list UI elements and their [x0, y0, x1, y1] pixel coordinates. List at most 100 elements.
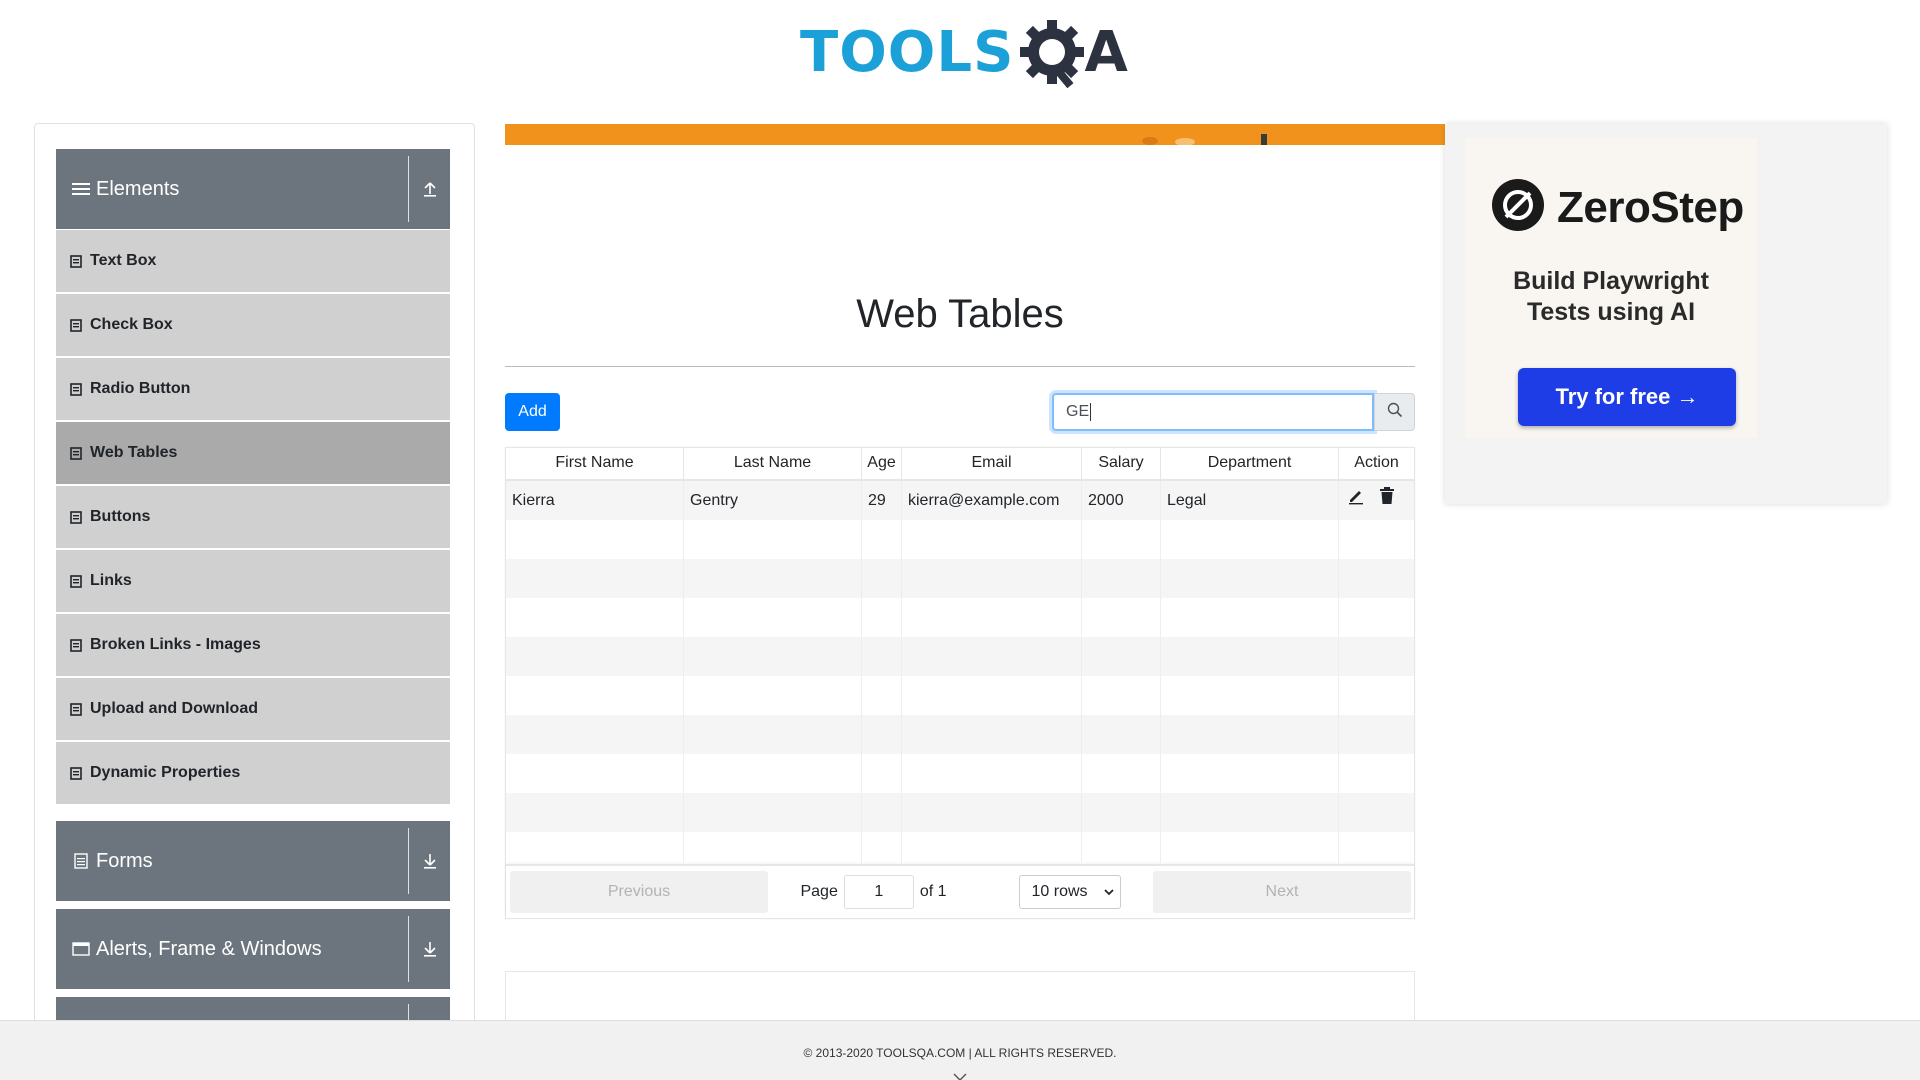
- group-title: Alerts, Frame & Windows: [96, 937, 322, 960]
- site-header: TOOLS A: [0, 0, 1920, 110]
- table-row-empty: [506, 715, 1414, 754]
- menu-label: Check Box: [90, 316, 173, 333]
- table-row-empty: [506, 754, 1414, 793]
- menu-label: Links: [90, 572, 132, 589]
- sidebar-item-broken-links[interactable]: Broken Links - Images: [56, 614, 450, 676]
- table-row-empty: [506, 676, 1414, 715]
- page-indicator: Page 1 of 1 10 rows: [768, 875, 1153, 909]
- column-header-salary[interactable]: Salary: [1082, 448, 1161, 479]
- cell-salary: 2000: [1082, 481, 1161, 520]
- list-item-icon: [70, 254, 82, 268]
- sidebar-item-text-box[interactable]: Text Box: [56, 230, 450, 292]
- chevron-down-icon: [1103, 883, 1114, 901]
- site-footer: © 2013-2020 TOOLSQA.COM | ALL RIGHTS RES…: [0, 1020, 1920, 1080]
- try-for-free-button[interactable]: Try for free →: [1518, 368, 1736, 426]
- column-header-age[interactable]: Age: [862, 448, 902, 479]
- sidebar-item-buttons[interactable]: Buttons: [56, 486, 450, 548]
- menu-label: Upload and Download: [90, 700, 258, 717]
- page-number-input[interactable]: 1: [843, 875, 914, 909]
- rows-per-page-select[interactable]: 10 rows: [1018, 875, 1121, 909]
- edit-icon[interactable]: [1347, 481, 1365, 520]
- expand-down-icon[interactable]: [408, 828, 450, 894]
- zerostep-ad[interactable]: ZeroStep Build Playwright Tests using AI…: [1445, 124, 1887, 504]
- group-title: Elements: [96, 177, 180, 200]
- previous-button[interactable]: Previous: [510, 871, 768, 913]
- menu-label: Dynamic Properties: [90, 764, 241, 781]
- menu-label: Text Box: [90, 252, 157, 269]
- table-row-empty: [506, 832, 1414, 863]
- table-row-empty: [506, 559, 1414, 598]
- table-row-empty: [506, 637, 1414, 676]
- collapse-up-icon[interactable]: [408, 156, 450, 222]
- page-title: Web Tables: [856, 292, 1064, 336]
- hamburger-icon: [72, 180, 90, 198]
- table-header: First Name Last Name Age Email Salary De…: [506, 448, 1414, 481]
- cell-first-name: Kierra: [506, 481, 684, 520]
- search-icon: [1387, 402, 1403, 423]
- table-row-empty: [506, 520, 1414, 559]
- logo-suffix: A: [1084, 19, 1128, 85]
- cell-department: Legal: [1161, 481, 1339, 520]
- search-box: GE: [1052, 393, 1415, 431]
- document-icon: [72, 852, 90, 870]
- sidebar-item-web-tables[interactable]: Web Tables: [56, 422, 450, 484]
- list-item-icon: [70, 446, 82, 460]
- ad-tagline-line-1: Build Playwright: [1513, 267, 1709, 295]
- ad-brand-name: ZeroStep: [1557, 182, 1744, 232]
- list-item-icon: [70, 382, 82, 396]
- pagination-bar: Previous Page 1 of 1 10 rows Next: [506, 864, 1414, 918]
- ad-card: ZeroStep Build Playwright Tests using AI…: [1465, 138, 1757, 438]
- sidebar-group-elements[interactable]: Elements: [56, 149, 450, 229]
- chevron-down-icon[interactable]: [952, 1069, 968, 1080]
- list-item-icon: [70, 510, 82, 524]
- sidebar-group-alerts[interactable]: Alerts, Frame & Windows: [56, 909, 450, 989]
- column-header-first-name[interactable]: First Name: [506, 448, 684, 479]
- zerostep-logo-icon: [1491, 178, 1545, 237]
- sidebar-group-forms[interactable]: Forms: [56, 821, 450, 901]
- cell-age: 29: [862, 481, 902, 520]
- table-row-empty: [506, 598, 1414, 637]
- column-header-email[interactable]: Email: [902, 448, 1082, 479]
- search-input[interactable]: GE: [1052, 393, 1374, 431]
- toolsqa-logo[interactable]: TOOLS A: [800, 12, 1128, 92]
- list-item-icon: [70, 766, 82, 780]
- sidebar-item-dynamic-properties[interactable]: Dynamic Properties: [56, 742, 450, 804]
- list-item-icon: [70, 318, 82, 332]
- add-button[interactable]: Add: [505, 393, 560, 431]
- table-row: Kierra Gentry 29 kierra@example.com 2000…: [506, 481, 1414, 520]
- page-label: Page: [800, 883, 838, 900]
- menu-label: Broken Links - Images: [90, 636, 261, 653]
- elements-menu: Text Box Check Box Radio Button Web Tabl…: [56, 230, 450, 806]
- copyright-text: © 2013-2020 TOOLSQA.COM | ALL RIGHTS RES…: [803, 1046, 1117, 1060]
- search-button[interactable]: [1374, 393, 1415, 431]
- menu-label: Radio Button: [90, 380, 191, 397]
- title-divider: [505, 366, 1415, 367]
- delete-icon[interactable]: [1379, 481, 1395, 520]
- sidebar-item-check-box[interactable]: Check Box: [56, 294, 450, 356]
- list-item-icon: [70, 574, 82, 588]
- cell-action: [1339, 481, 1414, 520]
- table-row-empty: [506, 793, 1414, 832]
- menu-label: Buttons: [90, 508, 151, 525]
- list-item-icon: [70, 702, 82, 716]
- next-button[interactable]: Next: [1153, 871, 1411, 913]
- column-header-last-name[interactable]: Last Name: [684, 448, 862, 479]
- group-title: Forms: [96, 849, 153, 872]
- cell-last-name: Gentry: [684, 481, 862, 520]
- search-input-value: GE: [1066, 403, 1090, 420]
- ad-banner-strip[interactable]: [505, 124, 1445, 145]
- web-table: First Name Last Name Age Email Salary De…: [505, 447, 1415, 919]
- sidebar-item-radio-button[interactable]: Radio Button: [56, 358, 450, 420]
- list-item-icon: [70, 638, 82, 652]
- ad-tagline-line-2: Tests using AI: [1526, 298, 1696, 326]
- left-sidebar: Elements Text Box Check Box Radio Button…: [34, 123, 475, 1023]
- expand-down-icon[interactable]: [408, 916, 450, 982]
- sidebar-item-links[interactable]: Links: [56, 550, 450, 612]
- column-header-department[interactable]: Department: [1161, 448, 1339, 479]
- column-header-action[interactable]: Action: [1339, 448, 1414, 479]
- page-total: of 1: [919, 883, 947, 900]
- menu-label: Web Tables: [90, 444, 178, 461]
- ad-brand: ZeroStep: [1491, 178, 1744, 237]
- sidebar-item-upload-download[interactable]: Upload and Download: [56, 678, 450, 740]
- ad-tagline: Build Playwright Tests using AI: [1465, 266, 1757, 328]
